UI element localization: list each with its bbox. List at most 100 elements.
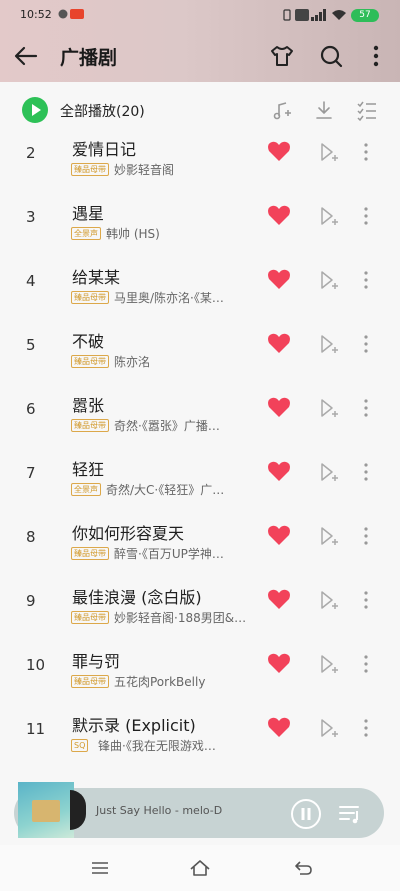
song-artist: 五花肉PorkBelly	[114, 675, 206, 689]
notification-icon	[58, 9, 68, 22]
battery-indicator: 57	[351, 9, 379, 22]
more-vertical-icon[interactable]	[357, 140, 375, 164]
quality-badge: 臻品母带	[71, 675, 109, 688]
track-number: 3	[26, 208, 36, 226]
quality-badge: 全景声	[71, 483, 101, 496]
status-time: 10:52	[20, 8, 52, 21]
song-row[interactable]: 2 爱情日记 臻品母带 妙影轻音阁	[0, 132, 400, 196]
song-artist: 马里奥/陈亦洺·《某…	[114, 291, 224, 305]
add-to-queue-icon[interactable]	[316, 396, 340, 420]
song-title: 罪与罚	[72, 652, 121, 671]
song-title: 嚣张	[72, 396, 105, 415]
mini-player[interactable]: Just Say Hello - melo-D	[14, 782, 384, 838]
more-vertical-icon[interactable]	[357, 524, 375, 548]
pause-button[interactable]	[290, 798, 322, 830]
more-vertical-icon[interactable]	[357, 460, 375, 484]
track-number: 8	[26, 528, 36, 546]
song-row[interactable]: 9 最佳浪漫 (念白版) 臻品母带 妙影轻音阁·188男团&…	[0, 580, 400, 644]
add-to-queue-icon[interactable]	[316, 140, 340, 164]
quality-badge: 臻品母带	[71, 419, 109, 432]
more-vertical-icon[interactable]	[357, 716, 375, 740]
play-all-bar: 全部播放(20)	[0, 90, 400, 132]
quality-badge: 臻品母带	[71, 547, 109, 560]
track-number: 10	[26, 656, 46, 674]
song-title: 默示录 (Explicit)	[72, 716, 196, 735]
add-to-queue-icon[interactable]	[316, 268, 340, 292]
song-title: 最佳浪漫 (念白版)	[72, 588, 202, 607]
heart-liked-icon[interactable]	[267, 524, 291, 546]
song-artist: 奇然·《嚣张》广播…	[114, 419, 220, 433]
status-bar: 10:52 57	[0, 0, 400, 30]
now-playing-text[interactable]: Just Say Hello - melo-D	[96, 804, 222, 817]
song-artist: 陈亦洺	[114, 355, 151, 369]
song-artist: 锋曲·《我在无限游戏…	[98, 739, 216, 753]
heart-liked-icon[interactable]	[267, 204, 291, 226]
add-to-queue-icon[interactable]	[316, 460, 340, 484]
song-row[interactable]: 6 嚣张 臻品母带 奇然·《嚣张》广播…	[0, 388, 400, 452]
more-vertical-icon[interactable]	[357, 332, 375, 356]
heart-liked-icon[interactable]	[267, 460, 291, 482]
playlist-queue-icon[interactable]	[336, 800, 364, 828]
quality-badge: 全景声	[71, 227, 101, 240]
heart-liked-icon[interactable]	[267, 396, 291, 418]
vinyl-disc-icon	[70, 790, 86, 830]
system-nav-bar	[0, 845, 400, 891]
song-artist: 醉雪·《百万UP学神…	[114, 547, 224, 561]
5g-signal-icon	[311, 9, 327, 24]
song-title: 遇星	[72, 204, 105, 223]
song-row[interactable]: 4 给某某 臻品母带 马里奥/陈亦洺·《某…	[0, 260, 400, 324]
more-vertical-icon[interactable]	[357, 652, 375, 676]
heart-liked-icon[interactable]	[267, 332, 291, 354]
home-icon[interactable]	[189, 857, 211, 879]
top-header: 10:52 57 广播剧	[0, 0, 400, 82]
song-row[interactable]: 10 罪与罚 臻品母带 五花肉PorkBelly	[0, 644, 400, 708]
song-row[interactable]: 3 遇星 全景声 韩帅 (HS)	[0, 196, 400, 260]
more-vertical-icon[interactable]	[366, 42, 386, 70]
song-list: 2 爱情日记 臻品母带 妙影轻音阁 3 遇星 全景声 韩帅 (HS) 4 给某某…	[0, 132, 400, 772]
more-vertical-icon[interactable]	[357, 204, 375, 228]
track-number: 5	[26, 336, 36, 354]
song-artist: 妙影轻音阁	[114, 163, 175, 177]
song-title: 你如何形容夏天	[72, 524, 185, 543]
song-row[interactable]: 8 你如何形容夏天 臻品母带 醉雪·《百万UP学神…	[0, 516, 400, 580]
album-art-signpost	[32, 800, 60, 822]
heart-liked-icon[interactable]	[267, 140, 291, 162]
add-to-queue-icon[interactable]	[316, 716, 340, 740]
add-to-queue-icon[interactable]	[316, 524, 340, 548]
song-artist: 妙影轻音阁·188男团&…	[114, 611, 247, 625]
quality-badge: 臻品母带	[71, 611, 109, 624]
search-icon[interactable]	[317, 42, 345, 70]
song-row[interactable]: 11 默示录 (Explicit) SQ 锋曲·《我在无限游戏…	[0, 708, 400, 772]
track-number: 7	[26, 464, 36, 482]
back-arrow-icon[interactable]	[12, 42, 40, 70]
theme-shirt-icon[interactable]	[268, 42, 296, 70]
heart-liked-icon[interactable]	[267, 652, 291, 674]
heart-liked-icon[interactable]	[267, 588, 291, 610]
add-to-queue-icon[interactable]	[316, 332, 340, 356]
heart-liked-icon[interactable]	[267, 268, 291, 290]
download-icon[interactable]	[312, 98, 336, 122]
album-cover[interactable]	[18, 782, 86, 838]
add-to-queue-icon[interactable]	[316, 588, 340, 612]
quality-badge: SQ	[71, 739, 89, 752]
play-all-label[interactable]: 全部播放(20)	[60, 101, 145, 121]
play-all-button[interactable]	[22, 97, 48, 123]
multi-select-list-icon[interactable]	[355, 98, 379, 122]
more-vertical-icon[interactable]	[357, 396, 375, 420]
menu-icon[interactable]	[89, 857, 111, 879]
track-number: 2	[26, 144, 36, 162]
song-title: 爱情日记	[72, 140, 137, 159]
page-title: 广播剧	[60, 47, 118, 69]
add-music-icon[interactable]	[270, 98, 294, 122]
song-row[interactable]: 7 轻狂 全景声 奇然/大C·《轻狂》广…	[0, 452, 400, 516]
add-to-queue-icon[interactable]	[316, 652, 340, 676]
heart-liked-icon[interactable]	[267, 716, 291, 738]
add-to-queue-icon[interactable]	[316, 204, 340, 228]
more-vertical-icon[interactable]	[357, 268, 375, 292]
quality-badge: 臻品母带	[71, 291, 109, 304]
quality-badge: 臻品母带	[71, 355, 109, 368]
track-number: 11	[26, 720, 46, 738]
back-icon[interactable]	[292, 857, 314, 879]
song-row[interactable]: 5 不破 臻品母带 陈亦洺	[0, 324, 400, 388]
more-vertical-icon[interactable]	[357, 588, 375, 612]
